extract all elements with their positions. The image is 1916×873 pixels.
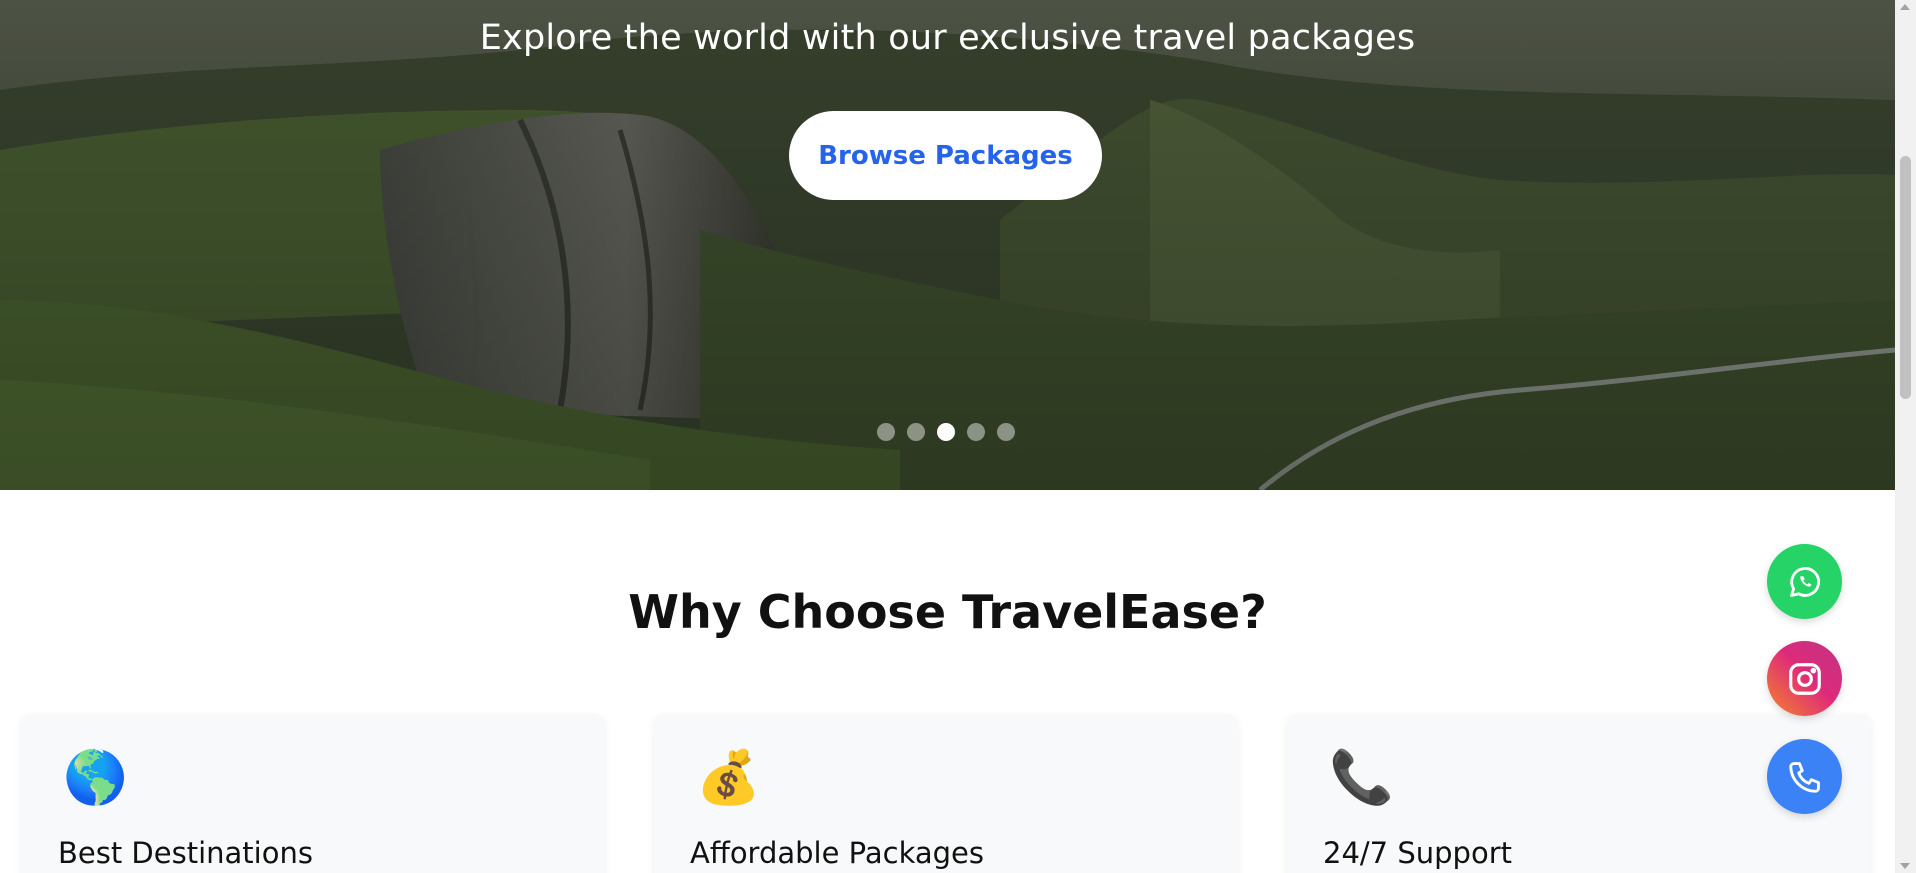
feature-title-packages: Affordable Packages [690,836,984,870]
hero-section: Explore the world with our exclusive tra… [0,0,1895,490]
carousel-dot-4[interactable] [967,423,985,441]
phone-button[interactable] [1767,739,1842,814]
page-scrollbar[interactable] [1895,0,1916,873]
money-bag-icon: 💰 [696,748,761,808]
scroll-thumb[interactable] [1900,156,1911,399]
whatsapp-button[interactable] [1767,544,1842,619]
hero-subtitle: Explore the world with our exclusive tra… [479,18,1416,58]
feature-title-destinations: Best Destinations [58,836,313,870]
scroll-up-arrow[interactable] [1900,4,1910,10]
features-heading: Why Choose TravelEase? [628,585,1267,639]
carousel-dot-1[interactable] [877,423,895,441]
feature-title-support: 24/7 Support [1323,836,1512,870]
carousel-dot-5[interactable] [997,423,1015,441]
whatsapp-icon [1789,566,1820,597]
carousel-dot-2[interactable] [907,423,925,441]
instagram-button[interactable] [1767,641,1842,716]
carousel-indicators [877,423,1015,441]
browse-packages-button[interactable]: Browse Packages [789,111,1102,200]
hero-background-image [0,0,1895,490]
phone-icon [1788,761,1820,793]
telephone-receiver-icon: 📞 [1329,748,1394,808]
instagram-icon [1788,662,1821,695]
carousel-dot-3[interactable] [937,423,955,441]
scroll-down-arrow[interactable] [1900,863,1910,869]
page: Explore the world with our exclusive tra… [0,0,1916,873]
globe-icon: 🌎 [63,748,128,808]
